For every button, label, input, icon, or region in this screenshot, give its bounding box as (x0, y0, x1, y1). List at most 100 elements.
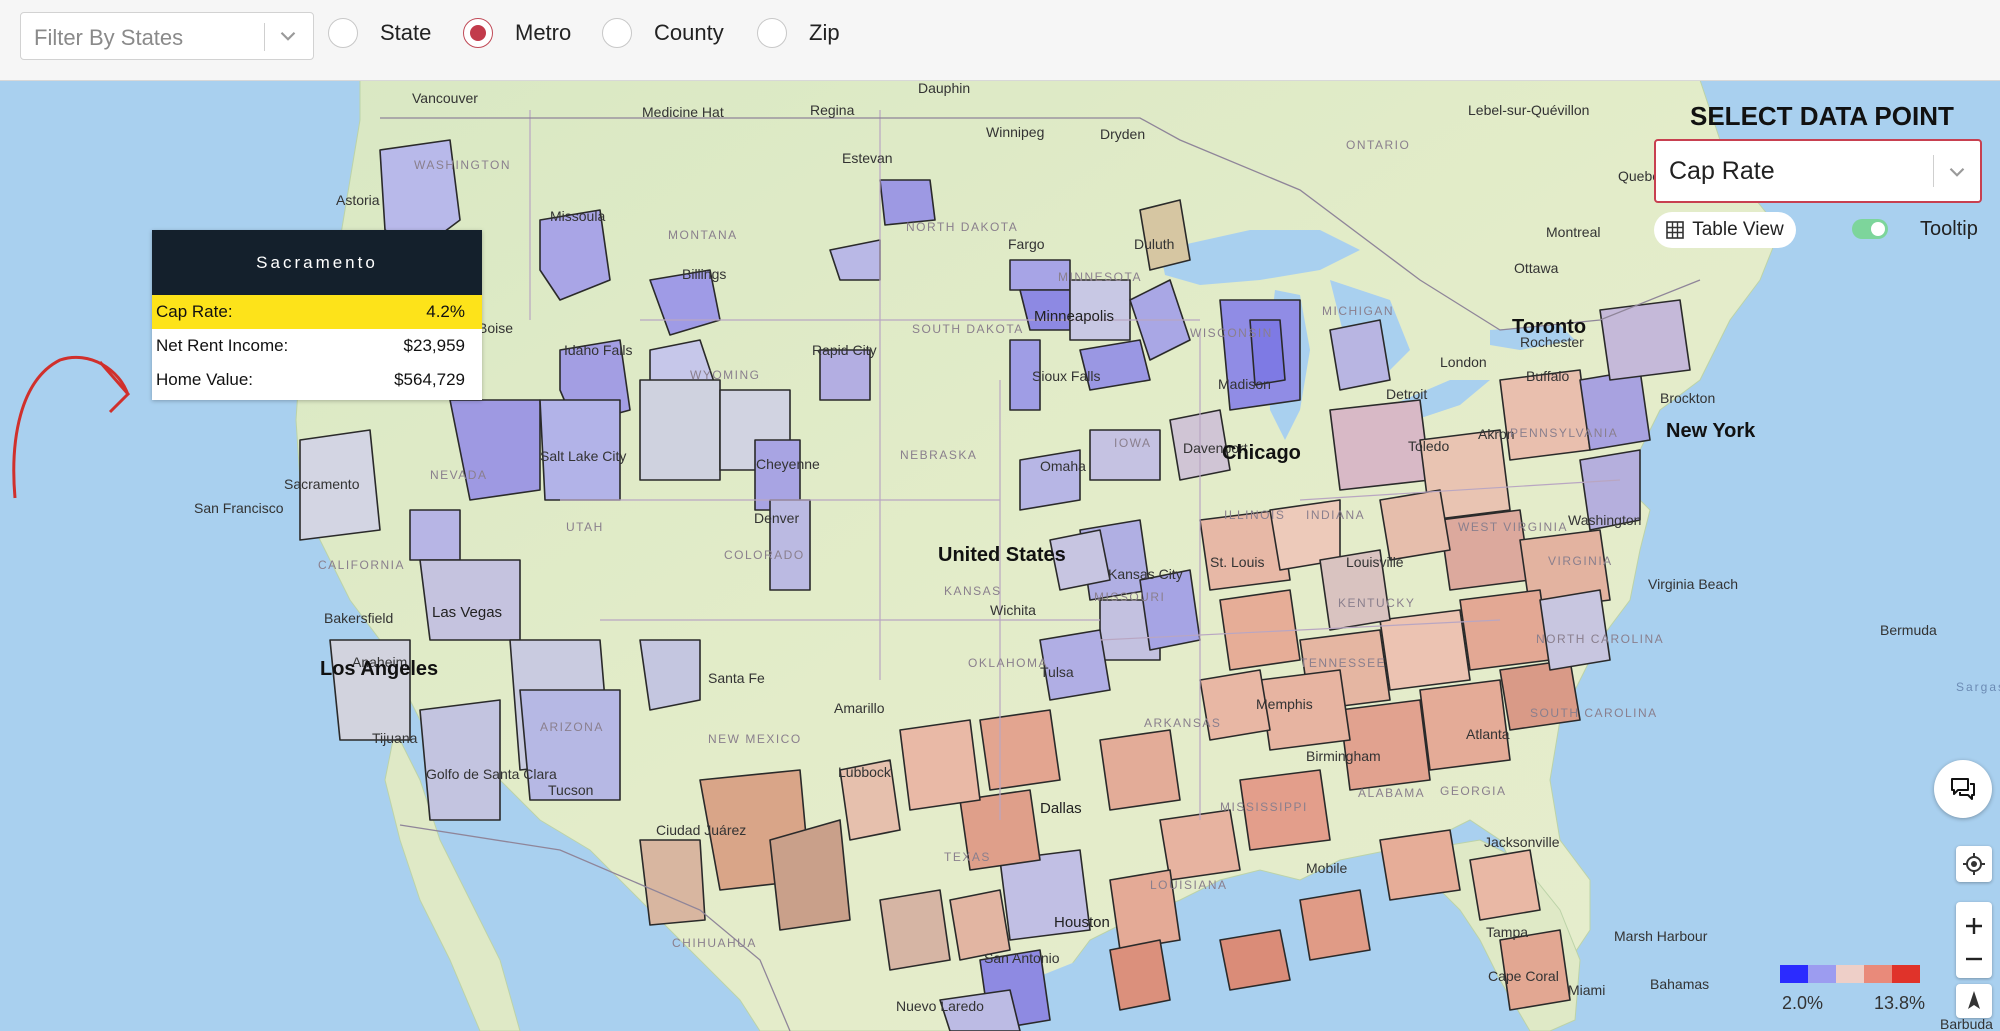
metro-region[interactable] (419, 699, 501, 821)
radio-circle-state[interactable] (328, 18, 358, 48)
compass-north-icon (1968, 991, 1980, 1009)
map-label-state: TEXAS (944, 850, 991, 864)
map-label: Lubbock (838, 764, 891, 780)
metro-region[interactable] (1299, 889, 1371, 961)
map-label-state: ARIZONA (540, 720, 604, 734)
map-label: Omaha (1040, 458, 1086, 474)
map-label-state: OKLAHOMA (968, 656, 1049, 670)
table-grid-icon (1666, 221, 1685, 239)
map-label-state: NEW MEXICO (708, 732, 802, 746)
data-point-dropdown[interactable]: Cap Rate (1654, 139, 1982, 203)
radio-county[interactable]: County (602, 16, 724, 50)
filter-by-states-dropdown[interactable]: Filter By States (20, 12, 314, 60)
metro-region[interactable] (1419, 679, 1511, 771)
tooltip-row-label: Net Rent Income: (156, 336, 289, 355)
map-label: Virginia Beach (1648, 576, 1739, 592)
chevron-down-icon[interactable] (1944, 159, 1970, 185)
map-label: Nuevo Laredo (896, 998, 984, 1014)
map-label-state: NEBRASKA (900, 448, 978, 462)
map-label: Dallas (1040, 800, 1082, 817)
map-label-state: ILLINOIS (1224, 508, 1286, 522)
metro-region[interactable] (1139, 199, 1191, 271)
map-label: Vancouver (412, 90, 478, 106)
metro-region[interactable] (1459, 589, 1551, 671)
compass-button[interactable] (1956, 984, 1992, 1018)
map-label: Cheyenne (756, 456, 820, 472)
chat-button[interactable] (1934, 760, 1992, 818)
metro-region[interactable] (639, 639, 701, 711)
map-label: Boise (478, 320, 514, 336)
map-label-state: NORTH DAKOTA (906, 220, 1019, 234)
metro-region[interactable] (1219, 929, 1291, 991)
map-label: London (1440, 354, 1487, 370)
metro-region[interactable] (879, 179, 936, 226)
metro-region[interactable] (409, 509, 461, 561)
map-label-state: ONTARIO (1346, 138, 1411, 152)
map-label: Detroit (1386, 386, 1428, 402)
map-label: Duluth (1134, 236, 1175, 252)
metro-region[interactable] (1379, 829, 1461, 901)
map-label: Estevan (842, 150, 893, 166)
metro-region[interactable] (1099, 729, 1181, 811)
radio-circle-metro[interactable] (463, 18, 493, 48)
table-view-button[interactable]: Table View (1654, 212, 1796, 248)
radio-state[interactable]: State (328, 16, 431, 50)
metro-region[interactable] (899, 719, 981, 811)
map-label: Miami (1568, 982, 1606, 998)
map-label: Wichita (990, 602, 1036, 618)
metro-region[interactable] (639, 839, 706, 926)
map-label-water: Sargasso Sea (1956, 680, 2000, 694)
locate-me-button[interactable] (1956, 846, 1992, 882)
radio-circle-county[interactable] (602, 18, 632, 48)
map-label: San Francisco (194, 500, 284, 516)
metro-region[interactable] (769, 819, 851, 931)
top-toolbar: Filter By States State Metro County Zip (0, 0, 2000, 81)
map-label-state: ALABAMA (1358, 786, 1426, 800)
metro-region[interactable] (1339, 699, 1431, 791)
map-label: Idaho Falls (564, 342, 633, 358)
metro-region[interactable] (1329, 319, 1391, 391)
map-label-major: Los Angeles (320, 658, 439, 680)
map-label-state: MISSISSIPPI (1220, 800, 1308, 814)
radio-circle-zip[interactable] (757, 18, 787, 48)
map-label: Tijuana (372, 730, 418, 746)
tooltip-title: Sacramento (152, 230, 482, 295)
table-view-label: Table View (1692, 219, 1784, 240)
metro-region[interactable] (1599, 299, 1691, 381)
map-label: Mobile (1306, 860, 1348, 876)
radio-label-metro: Metro (515, 20, 572, 45)
map-label: Brockton (1660, 390, 1716, 406)
metro-region[interactable] (639, 379, 721, 481)
map-label-state: MISSOURI (1094, 590, 1166, 604)
metro-region[interactable] (1159, 809, 1241, 881)
map-label-state: WISCONSIN (1190, 326, 1273, 340)
metro-region[interactable] (879, 889, 951, 971)
map-label-state: WYOMING (690, 368, 761, 382)
radio-zip[interactable]: Zip (757, 16, 840, 50)
map-label: Astoria (336, 192, 380, 208)
map-label: Billings (682, 266, 727, 282)
map-label: Atlanta (1466, 726, 1510, 742)
metro-region[interactable] (1539, 589, 1611, 671)
minus-icon[interactable] (1962, 952, 1986, 966)
map-label-major: Toronto (1512, 316, 1587, 338)
plus-icon[interactable] (1962, 914, 1986, 938)
radio-metro[interactable]: Metro (463, 16, 571, 50)
metro-region[interactable] (419, 559, 521, 641)
metro-region[interactable] (1469, 849, 1541, 921)
map-label: Marsh Harbour (1614, 928, 1708, 944)
chevron-down-icon[interactable] (275, 23, 301, 49)
map-label: Barbuda (1940, 1016, 1993, 1031)
tooltip-row-label: Cap Rate: (156, 302, 233, 321)
map-label: Rapid City (812, 342, 877, 358)
map-label-state: COLORADO (724, 548, 805, 562)
metro-region[interactable] (1379, 489, 1451, 561)
metro-region[interactable] (1109, 939, 1171, 1011)
tooltip-row-value: 4.2% (426, 302, 465, 321)
map-label: Medicine Hat (642, 104, 724, 120)
map-label-state: MONTANA (668, 228, 738, 242)
metro-region[interactable] (979, 709, 1061, 791)
radio-label-county: County (654, 20, 724, 45)
tooltip-toggle[interactable] (1852, 219, 1888, 239)
map-label: Toledo (1408, 438, 1450, 454)
